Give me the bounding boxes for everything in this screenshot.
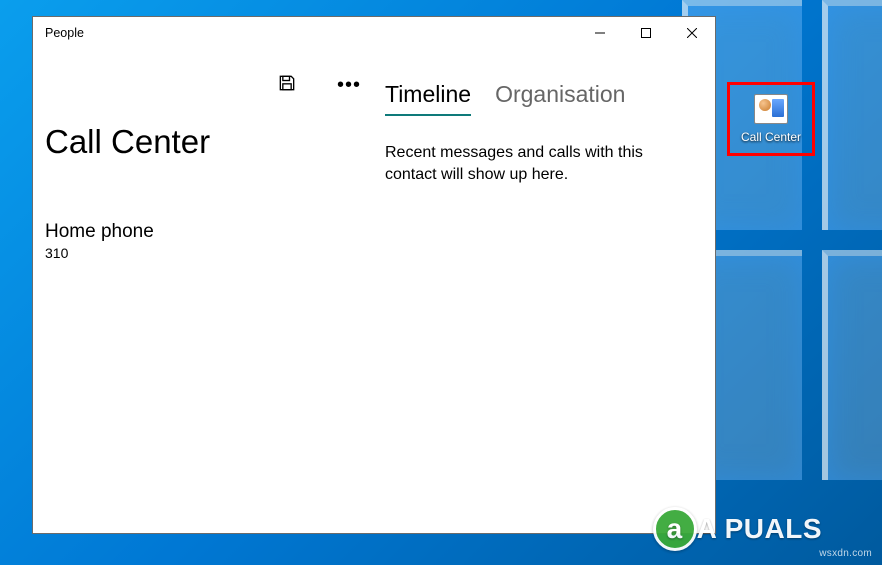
contact-card-icon xyxy=(754,94,788,124)
desktop-icon-label: Call Center xyxy=(741,130,801,144)
contact-toolbar: ••• xyxy=(271,69,365,101)
contact-name-heading: Call Center xyxy=(45,123,359,161)
phone-field-label: Home phone xyxy=(45,221,359,243)
content-area: ••• Call Center Home phone 310 Timeline … xyxy=(33,49,715,533)
contact-details-pane: ••• Call Center Home phone 310 xyxy=(33,49,371,533)
tab-organisation[interactable]: Organisation xyxy=(495,81,625,116)
save-button[interactable] xyxy=(271,69,303,101)
close-button[interactable] xyxy=(669,17,715,49)
timeline-empty-message: Recent messages and calls with this cont… xyxy=(385,142,685,185)
tabs-row: Timeline Organisation xyxy=(385,81,701,116)
desktop-shortcut-call-center[interactable]: Call Center xyxy=(727,82,815,156)
appuals-brand: a A PUALS xyxy=(653,507,822,551)
activity-pane: Timeline Organisation Recent messages an… xyxy=(371,49,715,533)
people-app-window: People xyxy=(32,16,716,534)
titlebar[interactable]: People xyxy=(33,17,715,49)
minimize-button[interactable] xyxy=(577,17,623,49)
site-watermark: wsxdn.com xyxy=(819,548,872,559)
phone-field-value[interactable]: 310 xyxy=(45,245,359,261)
more-icon: ••• xyxy=(337,80,361,90)
more-button[interactable]: ••• xyxy=(333,69,365,101)
window-title: People xyxy=(45,26,577,40)
brand-text: A PUALS xyxy=(697,513,822,545)
maximize-button[interactable] xyxy=(623,17,669,49)
appuals-logo-icon: a xyxy=(653,507,697,551)
save-icon xyxy=(277,73,297,98)
tab-timeline[interactable]: Timeline xyxy=(385,81,471,116)
